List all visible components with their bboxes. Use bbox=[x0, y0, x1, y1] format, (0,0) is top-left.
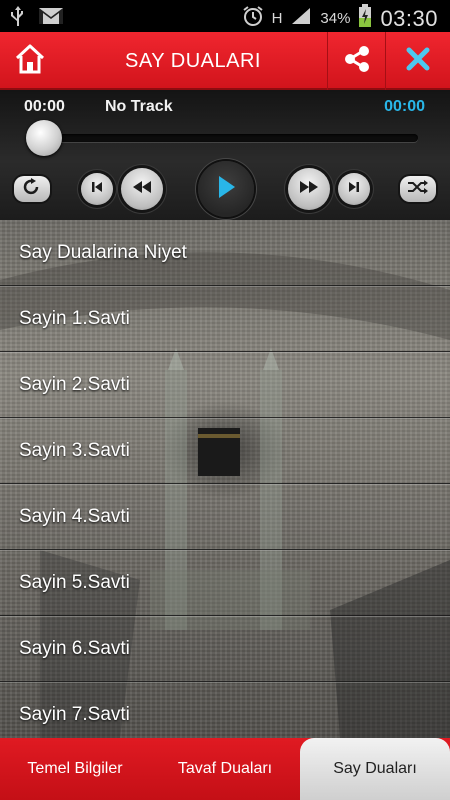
network-type: H bbox=[271, 10, 283, 27]
battery-charging-icon bbox=[358, 4, 372, 33]
repeat-icon bbox=[22, 177, 42, 201]
play-button[interactable] bbox=[198, 161, 254, 217]
tab-say-dualari[interactable]: Say Duaları bbox=[300, 738, 450, 800]
dua-list-area: Say Dualarina Niyet Sayin 1.Savti Sayin … bbox=[0, 220, 450, 738]
home-icon bbox=[13, 43, 47, 80]
close-button[interactable] bbox=[385, 32, 450, 90]
alarm-icon bbox=[242, 5, 264, 32]
list-item-label: Sayin 3.Savti bbox=[19, 440, 130, 461]
list-item[interactable]: Sayin 2.Savti bbox=[0, 352, 450, 418]
list-item-label: Say Dualarina Niyet bbox=[19, 242, 187, 263]
list-item-label: Sayin 4.Savti bbox=[19, 506, 130, 527]
list-item[interactable]: Sayin 6.Savti bbox=[0, 616, 450, 682]
seek-thumb[interactable] bbox=[26, 120, 62, 156]
share-icon bbox=[343, 45, 371, 78]
battery-percent: 34% bbox=[320, 10, 351, 27]
list-item-label: Sayin 1.Savti bbox=[19, 308, 130, 329]
repeat-button[interactable] bbox=[14, 176, 50, 202]
clock: 03:30 bbox=[380, 5, 438, 31]
list-item-label: Sayin 2.Savti bbox=[19, 374, 130, 395]
home-button[interactable] bbox=[0, 32, 60, 90]
seek-bar[interactable] bbox=[34, 134, 418, 142]
skip-previous-icon bbox=[90, 180, 104, 199]
status-bar: H 34% 03:30 bbox=[0, 0, 450, 32]
total-time: 00:00 bbox=[384, 98, 425, 115]
rewind-icon bbox=[131, 179, 153, 200]
share-button[interactable] bbox=[327, 32, 385, 90]
list-item[interactable]: Sayin 4.Savti bbox=[0, 484, 450, 550]
page-title: SAY DUALARI bbox=[125, 50, 261, 72]
list-item[interactable]: Say Dualarina Niyet bbox=[0, 220, 450, 286]
track-name: No Track bbox=[105, 98, 173, 115]
shuffle-icon bbox=[407, 179, 429, 200]
play-icon bbox=[216, 175, 236, 204]
bottom-tab-bar: Temel Bilgiler Tavaf Duaları Say Duaları bbox=[0, 738, 450, 800]
title-bar: SAY DUALARI bbox=[0, 32, 450, 90]
list-item-label: Sayin 7.Savti bbox=[19, 704, 130, 725]
list-item-label: Sayin 5.Savti bbox=[19, 572, 130, 593]
usb-icon bbox=[10, 5, 26, 32]
fast-forward-button[interactable] bbox=[288, 168, 330, 210]
fast-forward-icon bbox=[298, 179, 320, 200]
tab-temel-bilgiler[interactable]: Temel Bilgiler bbox=[0, 738, 150, 800]
close-icon bbox=[405, 46, 431, 77]
audio-player: 00:00 No Track 00:00 bbox=[0, 90, 450, 220]
elapsed-time: 00:00 bbox=[24, 98, 65, 115]
skip-previous-button[interactable] bbox=[81, 173, 113, 205]
list-item[interactable]: Sayin 7.Savti bbox=[0, 682, 450, 738]
signal-icon bbox=[290, 6, 312, 31]
skip-next-button[interactable] bbox=[338, 173, 370, 205]
skip-next-icon bbox=[347, 180, 361, 199]
list-item[interactable]: Sayin 3.Savti bbox=[0, 418, 450, 484]
shuffle-button[interactable] bbox=[400, 176, 436, 202]
tab-tavaf-dualari[interactable]: Tavaf Duaları bbox=[150, 738, 300, 800]
rewind-button[interactable] bbox=[121, 168, 163, 210]
list-item[interactable]: Sayin 1.Savti bbox=[0, 286, 450, 352]
gmail-icon bbox=[38, 7, 64, 30]
dua-list: Say Dualarina Niyet Sayin 1.Savti Sayin … bbox=[0, 220, 450, 738]
list-item-label: Sayin 6.Savti bbox=[19, 638, 130, 659]
list-item[interactable]: Sayin 5.Savti bbox=[0, 550, 450, 616]
